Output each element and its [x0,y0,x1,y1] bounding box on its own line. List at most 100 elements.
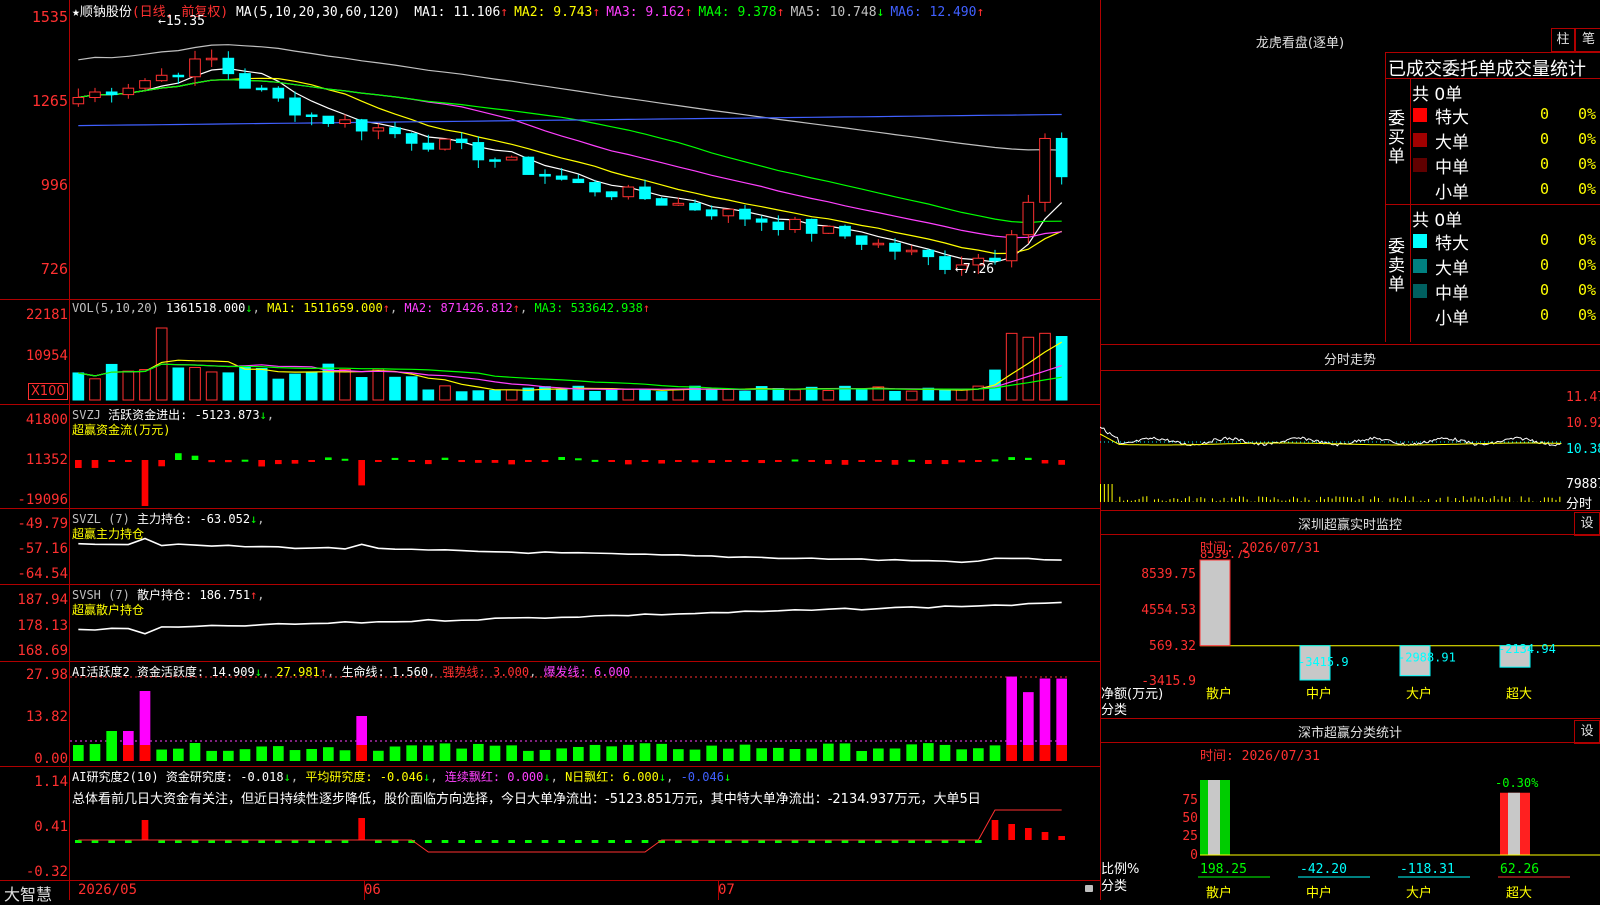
intraday-volume-bar [1474,497,1475,502]
classstat-chart[interactable]: 198.25散户-42.20中户-118.31大户62.26超大-0.30% [1100,760,1600,900]
sell-swatch-1 [1413,234,1427,248]
activity-bar [990,745,1001,761]
intraday-volume-bar [1189,496,1190,502]
activity-bar [223,751,234,761]
ai2-last: -0.046 [681,770,724,784]
sell-row-name-3: 中单 [1435,279,1469,304]
intraday-volume-bar [1239,496,1240,502]
intraday-volume-bar [1390,499,1391,502]
vol-chart[interactable] [70,318,1100,403]
activity-bar [306,749,317,761]
buy-row-count-4: 0 [1540,180,1549,198]
activity-bar [340,750,351,761]
candle [1056,138,1067,176]
fund-flow-bar [675,460,682,462]
tick-mode-button[interactable]: 笔 [1575,28,1600,52]
candle [1040,138,1051,202]
fund-flow-bar [342,459,349,461]
candle [1023,202,1034,234]
intraday-volume-bar [1104,484,1105,502]
activity-bar [623,745,634,761]
volume-bar [856,390,867,400]
ai1-chart[interactable] [70,665,1100,765]
intraday-chart[interactable] [1100,372,1563,508]
fund-flow-bar [825,460,832,464]
monitor-chart[interactable]: 8539.75散户-3415.9中户-2988.91大户-2134.94超大 [1100,550,1600,718]
fund-flow-bar [108,460,115,462]
intraday-volume-bar [1482,497,1483,502]
volume-bar [1040,333,1051,400]
intraday-volume-bar [1440,498,1441,502]
classstat-settings-button[interactable]: 设 [1574,720,1600,744]
vol-unit-badge: X100 [28,383,68,400]
research-bar [575,840,582,843]
volume-bar [340,369,351,400]
price-chart[interactable] [70,18,1100,298]
activity-bar [906,744,917,761]
svsh-chart[interactable] [70,595,1100,659]
intraday-volume-bar [1142,497,1143,502]
monitor-settings-button[interactable]: 设 [1574,512,1600,536]
fund-flow-bar [358,460,365,485]
ma2-line [78,78,1061,253]
activity-bar [473,744,484,761]
svzl-axis-2: -57.16 [0,541,68,557]
sell-row-name-4: 小单 [1435,304,1469,329]
research-bar [492,840,499,843]
candle [423,143,434,149]
candle [690,203,701,210]
vol-ma1: MA1: 1511659.000 [267,301,383,315]
sell-row-count-3: 0 [1540,281,1549,299]
buy-row-name-4: 小单 [1435,178,1469,203]
buy-total: 共 0单 [1412,80,1462,105]
research-bar [592,840,599,843]
activity-bar [456,749,467,761]
svzl-axis-3: -64.54 [0,566,68,582]
volume-bar [123,371,134,400]
candle [623,187,634,197]
activity-bar [323,747,334,761]
svzj-axis-1: 41800 [0,412,68,428]
intraday-volume-bar [1393,497,1394,502]
candle [123,88,134,94]
svzj-axis-2: 11352 [0,452,68,468]
svzl-chart[interactable] [70,530,1100,582]
intraday-volume-bar [1247,499,1248,502]
fund-flow-bar [792,460,799,462]
candle [373,128,384,131]
activity-bar [973,748,984,761]
svzj-chart[interactable] [70,420,1100,506]
fund-flow-bar [258,460,265,466]
research-bar [358,818,365,840]
intraday-axis-1: 11.47 [1566,390,1600,405]
fund-flow-bar [275,460,282,464]
intraday-volume-bar [1158,499,1159,502]
classstat-value-3: -118.31 [1400,862,1455,877]
activity-bar [190,743,201,761]
fund-flow-bar [742,460,749,462]
volume-bar [556,390,567,400]
intraday-volume-bar [1532,501,1533,502]
candle [806,219,817,233]
ma4-line [78,80,1061,223]
candle [606,192,617,197]
intraday-volume-bar [1540,501,1541,502]
volume-bar [656,392,667,400]
activity-bar [856,751,867,761]
classstat-value-2: -42.20 [1300,862,1347,877]
price-axis-3: 996 [0,176,68,194]
date-label-may: 2026/05 [78,882,137,898]
bar-mode-button[interactable]: 柱 [1551,28,1575,52]
volume-bar [290,374,301,400]
sell-row-pct-3: 0% [1578,281,1596,299]
intraday-volume-bar [1231,498,1232,502]
buy-row-pct-3: 0% [1578,155,1596,173]
fund-flow-bar [642,460,649,462]
volume-bar [1056,337,1067,400]
ai2-chart[interactable] [70,800,1100,878]
candle [490,160,501,162]
monitor-bar-label-3: -2988.91 [1398,651,1456,665]
candle [840,226,851,236]
activity-bar [806,749,817,761]
date-label-jun: 06 [364,882,381,898]
